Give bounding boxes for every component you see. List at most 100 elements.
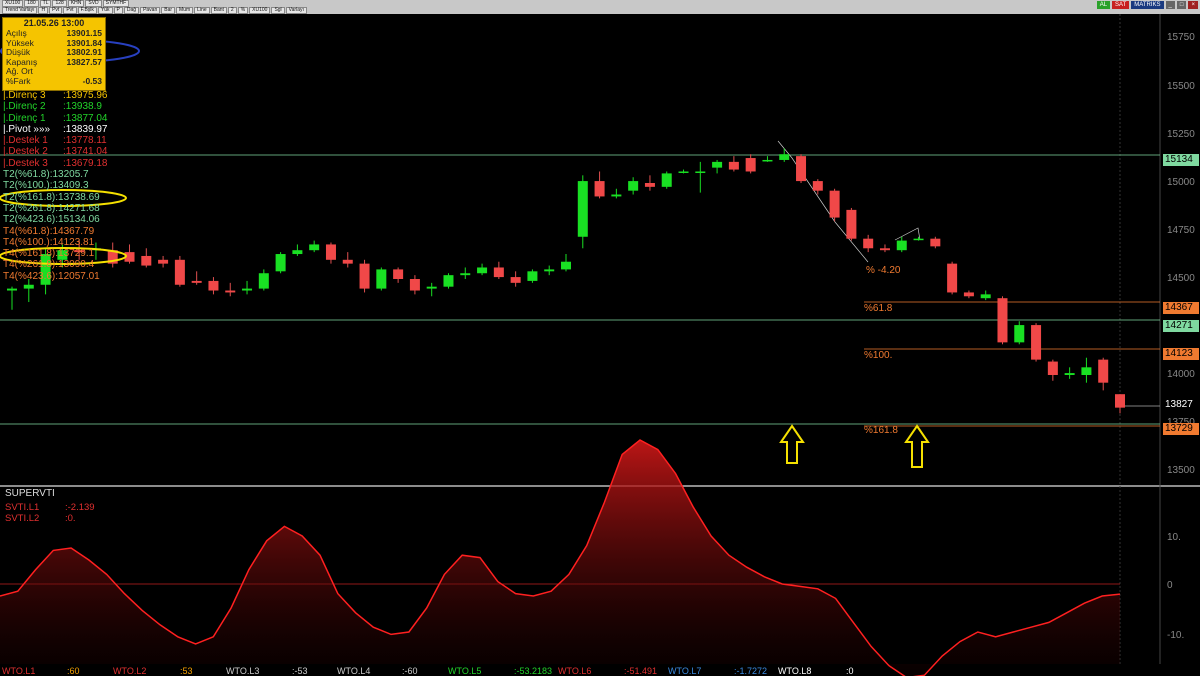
toolbar-button[interactable]: Bar	[161, 6, 176, 14]
indicator-tick: 10.	[1167, 532, 1181, 543]
status-item: :-51.491	[624, 666, 658, 676]
toolbar-button[interactable]: Pvt	[49, 6, 63, 14]
level-row: T4(%61.8):14367.79	[3, 226, 108, 237]
candle-body	[762, 159, 773, 162]
toolbar-button[interactable]: Pvt	[63, 6, 77, 14]
level-label: |.Direnç 3	[3, 90, 46, 101]
level-value: :13738.69	[55, 191, 100, 203]
candle-body	[997, 298, 1008, 343]
candle-body	[1081, 367, 1092, 375]
level-row: T4(%161.8):13729.1	[3, 248, 108, 259]
level-row: |.Pivot »»»:13839.97	[3, 124, 108, 135]
candle-body	[258, 273, 269, 289]
candle-body	[544, 269, 555, 272]
toolbar-button[interactable]: Dağ	[123, 6, 140, 14]
indicator-legend-l2: SVTI.L2 :0.	[5, 513, 76, 524]
level-value: :13205.7	[49, 169, 89, 181]
toolbar-button[interactable]: Line	[194, 6, 210, 14]
toolbar-button[interactable]: Sgl	[271, 6, 285, 14]
level-label: T4(%423.6)	[3, 270, 56, 282]
level-value: :13975.96	[63, 90, 108, 101]
toolbar-button[interactable]: 2	[227, 6, 237, 14]
toolbar-button[interactable]: Pavan	[140, 6, 161, 14]
candle-body	[527, 271, 538, 281]
trend-line-down	[777, 140, 869, 263]
status-item: WTO.L5	[448, 666, 482, 676]
candle-body	[577, 181, 588, 237]
candle-body	[510, 277, 521, 283]
candle-body	[191, 280, 202, 283]
chart-area[interactable]: % -4.20 %61.8 %100. %161.8 15750 15500 152…	[0, 14, 1200, 676]
l2-value: :0.	[65, 513, 76, 524]
toolbar-button[interactable]: H	[38, 6, 49, 14]
candle-body	[846, 209, 857, 239]
candle-body	[342, 259, 353, 264]
up-arrow-icon	[779, 424, 805, 464]
candle-body	[225, 290, 236, 293]
maximize-icon[interactable]: □	[1176, 1, 1187, 9]
buy-button[interactable]: AL	[1096, 1, 1111, 9]
candle-body	[947, 263, 958, 293]
toolbar-button[interactable]: %	[237, 6, 249, 14]
fib-label-neg: % -4.20	[866, 265, 901, 276]
price-chart[interactable]	[0, 14, 1200, 676]
indicator-tick: -10.	[1167, 630, 1185, 641]
level-row: T4(%261.8):13090.4	[3, 259, 108, 270]
sell-button[interactable]: SAT	[1112, 1, 1130, 9]
toolbar-button[interactable]: F.Bşlk	[77, 6, 97, 14]
candle-body	[141, 255, 152, 266]
candle-body	[275, 254, 286, 272]
status-item: WTO.L8	[778, 666, 812, 676]
toolbar-button[interactable]: Trend Varlayı	[2, 6, 38, 14]
bottom-status-bar: WTO.L1:60 WTO.L2:53 WTO.L3:-53 WTO.L4:-60 WT…	[0, 666, 1200, 676]
level-value: :12057.01	[55, 270, 100, 282]
fib-label-1618: %161.8	[864, 425, 898, 436]
level-value: :13679.18	[63, 157, 108, 169]
price-tick: 14000	[1167, 369, 1195, 380]
levels-legend: |.Direnç 3:13975.96 |.Direnç 2:13938.9 |.D…	[3, 90, 108, 282]
price-tick: 14750	[1167, 225, 1195, 236]
candle-body	[695, 171, 706, 173]
l2-label: SVTI.L2	[5, 513, 40, 524]
candle-body	[863, 238, 874, 249]
info-value: -0.53	[82, 75, 102, 86]
toolbar-button[interactable]: P	[113, 6, 123, 14]
candle-body	[7, 288, 17, 291]
candle-body	[359, 263, 370, 289]
candle-body	[963, 292, 974, 297]
indicator-group	[0, 439, 1121, 676]
candle-body	[829, 190, 840, 218]
level-value: :13090.4	[55, 259, 95, 271]
level-label: |.Destek 1	[3, 135, 48, 147]
candle-body	[1115, 394, 1125, 408]
toolbar-button[interactable]: Mum	[176, 6, 194, 14]
level-label: T4(%61.8)	[3, 225, 50, 237]
status-item: :53	[180, 666, 193, 676]
level-label: |.Direnç 1	[3, 112, 46, 124]
status-item: :0	[846, 666, 854, 676]
candle-body	[913, 238, 924, 241]
toolbar-button[interactable]: Yük	[97, 6, 113, 14]
toolbar-right: AL SAT MATRIKS _ □ ×	[1096, 1, 1198, 9]
level-row: |.Destek 1:13778.11	[3, 135, 108, 146]
price-tag: 14271	[1163, 320, 1199, 332]
price-tag: 15134	[1163, 154, 1199, 166]
level-label: T4(%261.8)	[3, 259, 56, 271]
toolbar-button[interactable]: Bant	[210, 6, 227, 14]
price-tag: 13729	[1163, 423, 1199, 435]
level-label: |.Destek 3	[3, 157, 48, 169]
candle-body	[661, 173, 672, 187]
toolbar-button[interactable]: XU100	[249, 6, 271, 14]
toolbar-button[interactable]: Varlayı	[285, 6, 307, 14]
fib-label-100: %100.	[864, 350, 893, 361]
candle-body	[426, 286, 437, 289]
level-label: T2(%61.8)	[3, 169, 50, 181]
level-value: :14367.79	[49, 225, 95, 237]
price-tag: 14367	[1163, 302, 1199, 314]
level-value: :13839.97	[63, 123, 108, 135]
level-label: T2(%100.)	[3, 180, 50, 192]
candle-body	[23, 284, 34, 289]
close-icon[interactable]: ×	[1188, 1, 1198, 9]
level-row: |.Direnç 2:13938.9	[3, 101, 108, 112]
minimize-icon[interactable]: _	[1165, 1, 1175, 9]
